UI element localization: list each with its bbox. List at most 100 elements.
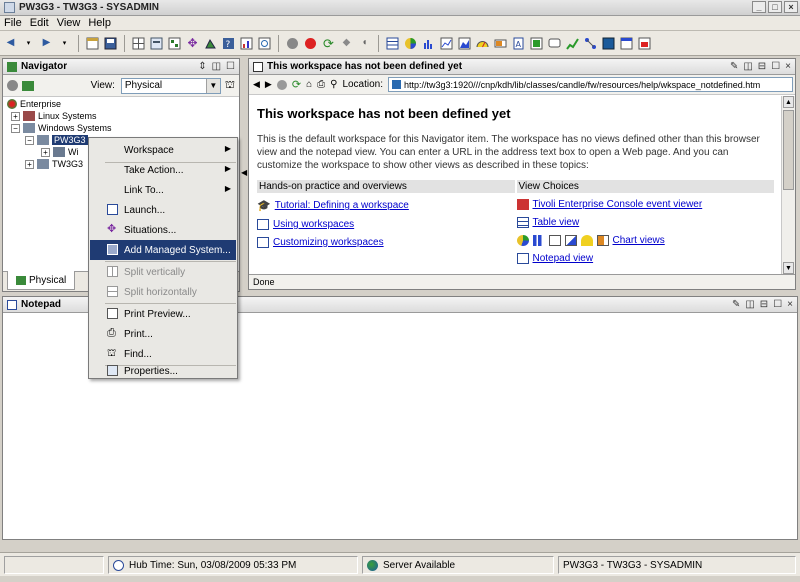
- back-icon[interactable]: ◀: [253, 79, 260, 90]
- scroll-up-icon[interactable]: ▲: [783, 96, 794, 108]
- tree-item-wi[interactable]: + Wi: [41, 146, 79, 158]
- stop-red-icon[interactable]: [303, 36, 318, 51]
- new-workspace-icon[interactable]: [85, 36, 100, 51]
- close-panel-icon[interactable]: ×: [785, 61, 791, 72]
- plot-chart-icon[interactable]: [439, 36, 454, 51]
- pie-chart-icon[interactable]: [403, 36, 418, 51]
- menu-item-add-managed-system[interactable]: Add Managed System...: [90, 240, 236, 260]
- link-notepad-view[interactable]: Notepad view: [533, 253, 594, 264]
- notepad-icon[interactable]: A: [511, 36, 526, 51]
- menu-item-workspace[interactable]: Workspace ▶: [90, 140, 236, 160]
- link-tutorial[interactable]: Tutorial: Defining a workspace: [275, 200, 409, 211]
- view-select[interactable]: Physical ▼: [120, 77, 221, 94]
- menu-file[interactable]: File: [4, 17, 22, 29]
- graphic-view-icon[interactable]: [565, 36, 580, 51]
- stop-icon[interactable]: [285, 36, 300, 51]
- topology-icon[interactable]: [583, 36, 598, 51]
- menu-item-take-action[interactable]: Take Action... ▶: [90, 160, 236, 180]
- collapse-tree-icon[interactable]: −: [11, 123, 20, 133]
- tree-item-tw3g3[interactable]: + TW3G3: [25, 158, 83, 170]
- workspace-icon[interactable]: [131, 36, 146, 51]
- collapse-tree-icon[interactable]: −: [25, 135, 34, 145]
- menu-item-split-vertically[interactable]: Split vertically: [90, 262, 236, 282]
- menu-item-link-to[interactable]: Link To... ▶: [90, 180, 236, 200]
- minimize-button[interactable]: _: [752, 1, 766, 13]
- tree-icon[interactable]: [167, 36, 182, 51]
- bar-chart-icon[interactable]: [421, 36, 436, 51]
- split-horizontal-icon[interactable]: ⊟: [758, 61, 766, 72]
- help-icon[interactable]: ?: [221, 36, 236, 51]
- forward-icon[interactable]: ▶: [265, 79, 272, 90]
- binoculars-icon[interactable]: ⛫: [225, 79, 235, 93]
- policy-icon[interactable]: [203, 36, 218, 51]
- terminal-icon[interactable]: [601, 36, 616, 51]
- speaker-icon[interactable]: ◖: [357, 36, 372, 51]
- menu-item-find[interactable]: ⛫ Find...: [90, 344, 236, 364]
- panel-splitter[interactable]: ◀: [240, 58, 248, 292]
- navigator-tool-icon[interactable]: [22, 80, 34, 91]
- home-icon[interactable]: ⌂: [306, 79, 312, 90]
- scroll-thumb[interactable]: [783, 110, 794, 190]
- expand-icon[interactable]: +: [11, 111, 20, 121]
- save-icon[interactable]: [103, 36, 118, 51]
- situation-icon[interactable]: ✥: [185, 36, 200, 51]
- universal-message-icon[interactable]: [637, 36, 652, 51]
- collapse-icon[interactable]: ⇕: [198, 61, 206, 72]
- browser-icon[interactable]: [619, 36, 634, 51]
- stop-icon[interactable]: [276, 79, 287, 90]
- split-icon[interactable]: ◫: [745, 299, 754, 310]
- menu-help[interactable]: Help: [88, 17, 111, 29]
- tree-item-linux-systems[interactable]: + Linux Systems: [11, 110, 97, 122]
- properties-icon[interactable]: [149, 36, 164, 51]
- linear-gauge-icon[interactable]: [493, 36, 508, 51]
- menu-item-split-horizontally[interactable]: Split horizontally: [90, 282, 236, 302]
- link-using-workspaces[interactable]: Using workspaces: [273, 219, 354, 230]
- maximize-panel-icon[interactable]: ☐: [226, 61, 235, 72]
- link-chart-views[interactable]: Chart views: [613, 235, 665, 246]
- split-icon[interactable]: ◫: [212, 61, 221, 72]
- menu-item-print[interactable]: ⎙ Print...: [90, 324, 236, 344]
- edit-icon[interactable]: ✎: [730, 61, 738, 72]
- dropdown-icon[interactable]: ▾: [21, 36, 36, 51]
- tree-item-windows-systems[interactable]: − Windows Systems: [11, 122, 112, 134]
- tab-physical[interactable]: Physical: [7, 271, 76, 290]
- menu-edit[interactable]: Edit: [30, 17, 49, 29]
- refresh-icon[interactable]: ⟳: [321, 36, 336, 51]
- link-table-view[interactable]: Table view: [533, 217, 580, 228]
- menu-item-launch[interactable]: Launch...: [90, 200, 236, 220]
- edit-icon[interactable]: ✎: [732, 299, 740, 310]
- close-panel-icon[interactable]: ×: [787, 299, 793, 310]
- address-input[interactable]: http://tw3g3:1920///cnp/kdh/lib/classes/…: [388, 77, 793, 92]
- menu-item-properties[interactable]: Properties...: [90, 364, 236, 378]
- chart-icon[interactable]: [239, 36, 254, 51]
- record-icon[interactable]: [7, 80, 18, 91]
- browser-scrollbar[interactable]: ▲ ▼: [781, 96, 795, 274]
- maximize-panel-icon[interactable]: ☐: [771, 61, 780, 72]
- table-view-icon[interactable]: [385, 36, 400, 51]
- scroll-down-icon[interactable]: ▼: [783, 262, 794, 274]
- maximize-button[interactable]: □: [768, 1, 782, 13]
- refresh-icon[interactable]: ⟳: [292, 78, 301, 91]
- maximize-panel-icon[interactable]: ☐: [773, 299, 782, 310]
- circular-gauge-icon[interactable]: [475, 36, 490, 51]
- back-icon[interactable]: ◀: [3, 36, 18, 51]
- link-icon[interactable]: [257, 36, 272, 51]
- chevron-down-icon[interactable]: ▼: [205, 78, 220, 93]
- chevron-left-icon[interactable]: ◀: [241, 168, 247, 177]
- tree-item-enterprise[interactable]: Enterprise: [7, 98, 61, 110]
- expand-icon[interactable]: +: [25, 159, 34, 169]
- menu-item-print-preview[interactable]: Print Preview...: [90, 304, 236, 324]
- split-horizontal-icon[interactable]: ⊟: [760, 299, 768, 310]
- print-icon[interactable]: ⎙: [317, 79, 325, 90]
- message-log-icon[interactable]: [547, 36, 562, 51]
- dropdown-icon[interactable]: ▾: [57, 36, 72, 51]
- tree-item-pw3g3[interactable]: − PW3G3: [25, 134, 88, 146]
- expand-icon[interactable]: +: [41, 147, 50, 157]
- link-tec-event-viewer[interactable]: Tivoli Enterprise Console event viewer: [533, 199, 703, 210]
- menu-view[interactable]: View: [57, 17, 81, 29]
- home-icon[interactable]: ◆: [339, 36, 354, 51]
- link-customizing-workspaces[interactable]: Customizing workspaces: [273, 237, 384, 248]
- search-icon[interactable]: ⚲: [330, 79, 337, 90]
- menu-item-situations[interactable]: ✥ Situations...: [90, 220, 236, 240]
- split-icon[interactable]: ◫: [743, 61, 752, 72]
